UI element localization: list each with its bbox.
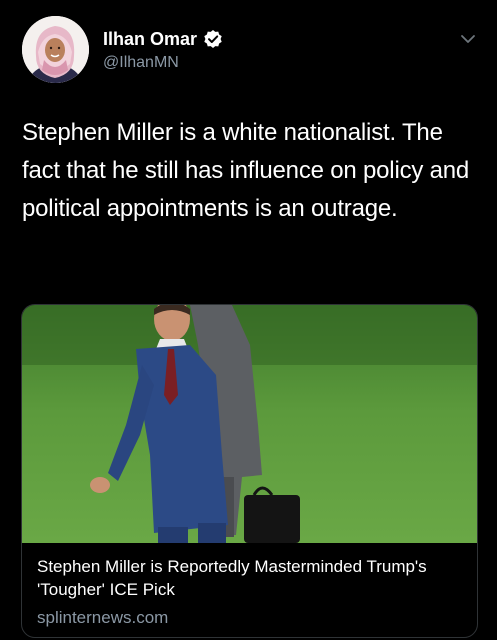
verified-badge-icon xyxy=(203,29,223,49)
link-card[interactable]: Stephen Miller is Reportedly Masterminde… xyxy=(21,304,478,638)
author-name-label: Ilhan Omar xyxy=(103,29,198,49)
card-image xyxy=(22,305,477,543)
author-handle[interactable]: @IlhanMN xyxy=(103,53,179,73)
tweet: Ilhan Omar @IlhanMN Stephen Miller is a … xyxy=(0,0,497,640)
chevron-down-icon[interactable] xyxy=(459,30,477,48)
avatar[interactable] xyxy=(22,16,89,83)
avatar-image xyxy=(22,16,89,83)
card-title: Stephen Miller is Reportedly Masterminde… xyxy=(37,557,427,599)
tweet-text: Stephen Miller is a white nationalist. T… xyxy=(22,119,470,222)
card-domain: splinternews.com xyxy=(37,608,169,627)
author-name[interactable]: Ilhan Omar xyxy=(103,28,223,50)
